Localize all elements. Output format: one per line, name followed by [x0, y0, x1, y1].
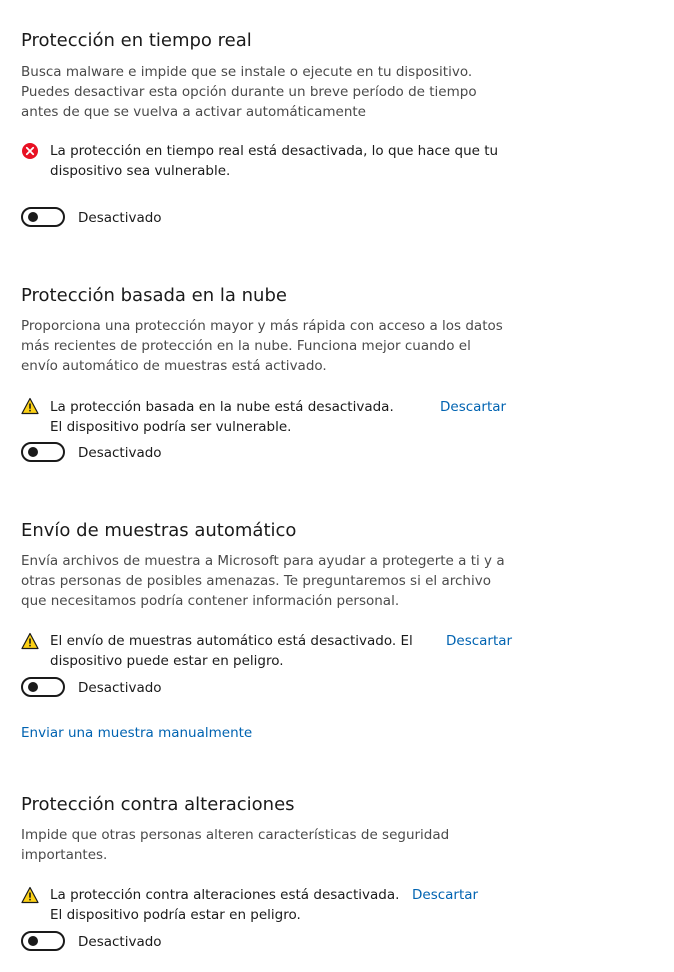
- cloud-protection-title: Protección basada en la nube: [21, 285, 287, 306]
- tamper-protection-title: Protección contra alteraciones: [21, 794, 295, 815]
- realtime-protection-alert: La protección en tiempo real está desact…: [21, 141, 621, 183]
- warning-icon: [21, 632, 39, 650]
- toggle-knob: [28, 212, 38, 222]
- sample-submission-section: Envío de muestras automático Envía archi…: [21, 520, 641, 750]
- tamper-protection-alert: La protección contra alteraciones está d…: [21, 885, 621, 927]
- tamper-protection-toggle[interactable]: [21, 931, 65, 951]
- tamper-protection-toggle-row: Desactivado: [21, 931, 221, 953]
- toggle-knob: [28, 682, 38, 692]
- realtime-protection-toggle-row: Desactivado: [21, 207, 221, 229]
- cloud-protection-description: Proporciona una protección mayor y más r…: [21, 318, 503, 374]
- sample-submission-alert-text: El envío de muestras automático está des…: [50, 633, 413, 669]
- tamper-protection-description: Impide que otras personas alteren caract…: [21, 827, 450, 863]
- sample-submission-alert: El envío de muestras automático está des…: [21, 631, 621, 673]
- realtime-protection-toggle-label: Desactivado: [78, 210, 162, 226]
- warning-icon: [21, 397, 39, 415]
- error-icon: [22, 143, 38, 159]
- sample-submission-toggle-label: Desactivado: [78, 680, 162, 696]
- realtime-protection-description: Busca malware e impide que se instale o …: [21, 64, 477, 120]
- tamper-protection-alert-text: La protección contra alteraciones está d…: [50, 887, 400, 923]
- realtime-protection-section: Protección en tiempo real Busca malware …: [21, 30, 641, 230]
- cloud-protection-toggle-row: Desactivado: [21, 442, 221, 464]
- toggle-knob: [28, 447, 38, 457]
- tamper-protection-toggle-label: Desactivado: [78, 934, 162, 950]
- realtime-protection-title: Protección en tiempo real: [21, 30, 252, 51]
- tamper-protection-section: Protección contra alteraciones Impide qu…: [21, 794, 641, 964]
- sample-submission-title: Envío de muestras automático: [21, 520, 297, 541]
- cloud-protection-alert-text: La protección basada en la nube está des…: [50, 399, 394, 435]
- cloud-protection-dismiss-link[interactable]: Descartar: [440, 397, 506, 417]
- sample-submission-toggle-row: Desactivado: [21, 677, 221, 699]
- sample-submission-dismiss-link[interactable]: Descartar: [446, 631, 512, 651]
- cloud-protection-section: Protección basada en la nube Proporciona…: [21, 285, 641, 465]
- tamper-protection-dismiss-link[interactable]: Descartar: [412, 885, 478, 905]
- cloud-protection-toggle-label: Desactivado: [78, 445, 162, 461]
- cloud-protection-toggle[interactable]: [21, 442, 65, 462]
- warning-icon: [21, 886, 39, 904]
- sample-submission-toggle[interactable]: [21, 677, 65, 697]
- cloud-protection-alert: La protección basada en la nube está des…: [21, 396, 621, 438]
- realtime-protection-toggle[interactable]: [21, 207, 65, 227]
- toggle-knob: [28, 936, 38, 946]
- submit-sample-manually-link[interactable]: Enviar una muestra manualmente: [21, 723, 252, 743]
- realtime-protection-alert-text: La protección en tiempo real está desact…: [50, 143, 499, 179]
- sample-submission-description: Envía archivos de muestra a Microsoft pa…: [21, 553, 505, 609]
